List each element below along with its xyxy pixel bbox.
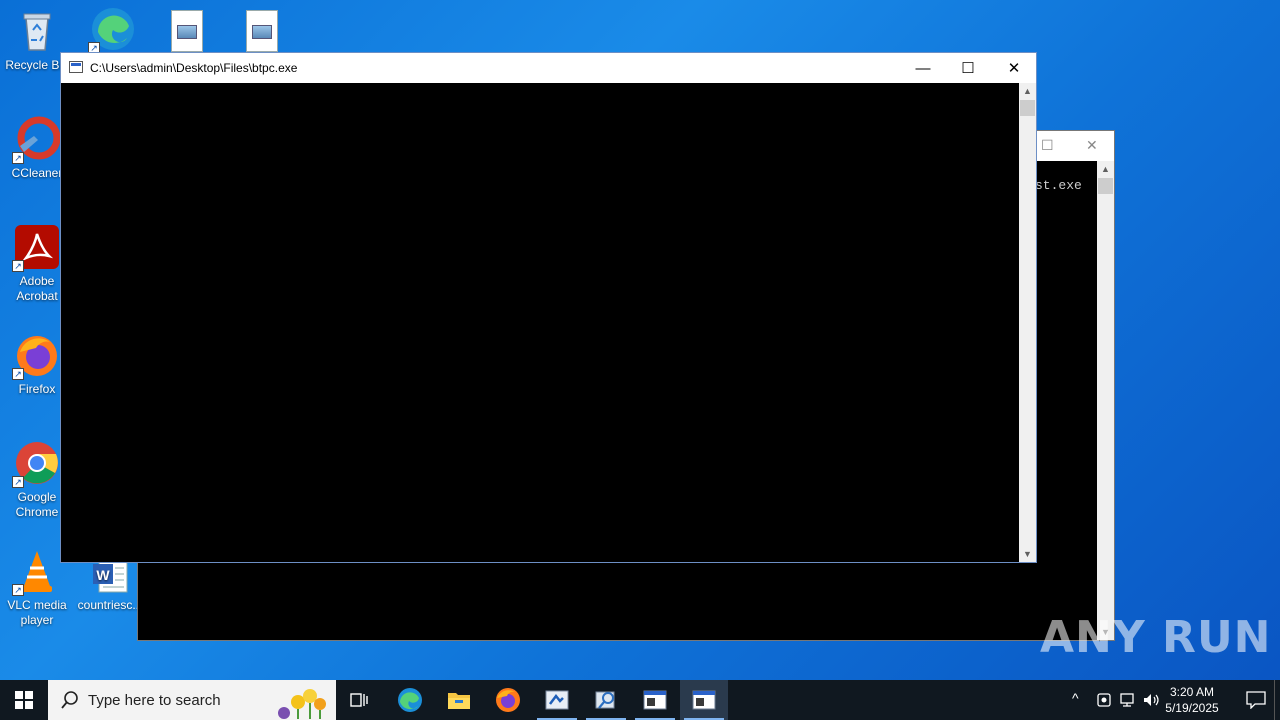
- taskbar-clock[interactable]: 3:20 AM 5/19/2025: [1152, 684, 1232, 716]
- app-installer-icon: [545, 690, 569, 710]
- task-view-button[interactable]: [336, 680, 384, 720]
- minimize-icon: —: [915, 59, 931, 77]
- system-tray: ^ 3:20 AM 5/19/2025: [1060, 680, 1280, 720]
- show-hidden-icons-chevron-icon[interactable]: ^: [1072, 690, 1079, 706]
- recycle-bin-icon: [14, 8, 60, 54]
- edge-icon: ↗: [88, 6, 136, 54]
- shortcut-arrow-icon: ↗: [12, 368, 24, 380]
- console-output-area[interactable]: [61, 83, 1019, 562]
- desktop-icon-label: countriesc...: [77, 598, 143, 612]
- firefox-icon: [496, 688, 520, 712]
- ccleaner-icon: ↗: [12, 116, 61, 164]
- svg-text:W: W: [96, 567, 110, 583]
- taskbar-file-explorer[interactable]: [435, 680, 483, 720]
- clock-time: 3:20 AM: [1169, 685, 1215, 699]
- desktop-icon-label: VLC media player: [7, 598, 67, 627]
- close-button[interactable]: ✕: [991, 53, 1037, 83]
- maximize-icon: ☐: [961, 60, 975, 77]
- shortcut-arrow-icon: ↗: [12, 152, 24, 164]
- firefox-icon: ↗: [12, 332, 60, 380]
- taskbar-edge[interactable]: [386, 680, 434, 720]
- console-output-text: st.exe: [1035, 178, 1082, 193]
- console-window-icon: [643, 690, 667, 710]
- shortcut-arrow-icon: ↗: [12, 476, 24, 488]
- vertical-scrollbar[interactable]: ▲ ▼: [1097, 161, 1114, 640]
- notifications-icon[interactable]: [1246, 691, 1266, 709]
- image-file-icon: [171, 10, 203, 52]
- network-icon[interactable]: [1118, 692, 1136, 708]
- scroll-down-icon[interactable]: ▼: [1019, 546, 1036, 562]
- taskbar-console-window-2[interactable]: [680, 680, 728, 720]
- taskbar-app-installer[interactable]: [533, 680, 581, 720]
- image-file-icon: [246, 10, 278, 52]
- window-title: C:\Users\admin\Desktop\Files\btpc.exe: [90, 61, 298, 75]
- desktop-icon-edge[interactable]: ↗: [76, 6, 150, 56]
- scroll-thumb[interactable]: [1098, 178, 1113, 194]
- search-placeholder: Type here to search: [88, 692, 221, 709]
- taskbar-search-tool[interactable]: [582, 680, 630, 720]
- close-icon: ✕: [1007, 60, 1021, 77]
- show-desktop-strip[interactable]: [1274, 680, 1280, 720]
- vertical-scrollbar[interactable]: ▲ ▼: [1019, 83, 1036, 562]
- scroll-up-icon[interactable]: ▲: [1019, 83, 1036, 99]
- start-button[interactable]: [0, 680, 48, 720]
- scroll-thumb[interactable]: [1020, 100, 1035, 116]
- maximize-icon[interactable]: ☐: [1041, 137, 1054, 154]
- search-tool-icon: [595, 691, 615, 709]
- edge-icon: [398, 688, 422, 712]
- maximize-button[interactable]: ☐: [945, 53, 991, 83]
- windows-logo-icon: [15, 691, 33, 709]
- chrome-icon: ↗: [12, 440, 60, 488]
- clock-date: 5/19/2025: [1165, 701, 1219, 715]
- scroll-up-icon[interactable]: ▲: [1097, 161, 1114, 177]
- desktop-icon-image-file-2[interactable]: [225, 10, 299, 52]
- minimize-button[interactable]: —: [900, 53, 946, 83]
- task-view-icon: [350, 693, 368, 707]
- desktop-icon-image-file-1[interactable]: [150, 10, 224, 52]
- anyrun-watermark: ANY RUN: [1040, 612, 1272, 663]
- close-icon[interactable]: ✕: [1086, 137, 1098, 154]
- file-explorer-icon: [448, 693, 470, 709]
- search-icon: [61, 691, 78, 709]
- console-window-icon: [692, 690, 716, 710]
- console-app-icon: [69, 61, 83, 73]
- network-update-icon[interactable]: [1096, 692, 1112, 708]
- shortcut-arrow-icon: ↗: [12, 260, 24, 272]
- vlc-icon: ↗: [12, 548, 60, 596]
- taskbar-search-box[interactable]: Type here to search: [48, 680, 336, 720]
- console-window[interactable]: C:\Users\admin\Desktop\Files\btpc.exe — …: [60, 52, 1037, 563]
- desktop-icon-word-document[interactable]: W countriesc...: [73, 556, 147, 613]
- taskbar-console-window-1[interactable]: [631, 680, 679, 720]
- desktop: Recycle Bin ↗ ↗ CCleaner ↗ Adobe Acrobat…: [0, 0, 1280, 680]
- shortcut-arrow-icon: ↗: [12, 584, 24, 596]
- taskbar: Type here to search ^ 3:20 AM 5/19/2025: [0, 680, 1280, 720]
- acrobat-icon: ↗: [12, 224, 60, 272]
- taskbar-firefox[interactable]: [484, 680, 532, 720]
- search-highlight-flowers-icon: [278, 689, 326, 719]
- window-titlebar[interactable]: C:\Users\admin\Desktop\Files\btpc.exe — …: [61, 53, 1036, 83]
